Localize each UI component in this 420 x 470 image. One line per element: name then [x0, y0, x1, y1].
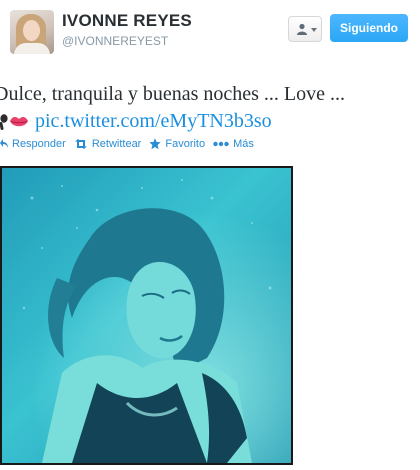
underwater-photo [2, 168, 291, 463]
emoji-group [0, 113, 29, 130]
chevron-down-icon [311, 28, 317, 32]
microphone-icon [0, 113, 8, 130]
reply-icon [0, 139, 8, 149]
star-icon [149, 138, 162, 150]
tweet-text: Dulce, tranquila y buenas noches ... Lov… [0, 81, 420, 135]
person-icon [297, 23, 307, 35]
tweet-actions: Responder Retwittear Favorito Más [0, 136, 262, 152]
tweet-photo[interactable] [0, 166, 293, 465]
more-label: Más [233, 138, 254, 150]
tweet-text-line: Dulce, tranquila y buenas noches ... Lov… [0, 83, 346, 105]
user-actions-dropdown[interactable] [288, 16, 322, 42]
retweet-button[interactable]: Retwittear [74, 138, 142, 150]
retweet-icon [74, 139, 88, 149]
screen-name[interactable]: @IVONNEREYEST [62, 34, 168, 48]
tweet-header: IVONNE REYES @IVONNEREYEST Siguiendo [0, 0, 420, 70]
reply-label: Responder [12, 138, 66, 150]
avatar[interactable] [10, 10, 54, 54]
following-button[interactable]: Siguiendo [330, 14, 408, 42]
kiss-lips-icon [10, 116, 28, 126]
tweet-text-line-2: pic.twitter.com/eMyTN3b3so [0, 108, 420, 135]
more-dots-icon [213, 141, 229, 147]
reply-button[interactable]: Responder [0, 138, 66, 150]
retweet-label: Retwittear [91, 138, 142, 150]
display-name[interactable]: IVONNE REYES [62, 11, 192, 31]
media-link[interactable]: pic.twitter.com/eMyTN3b3so [35, 108, 272, 135]
favorite-button[interactable]: Favorito [149, 138, 205, 150]
more-button[interactable]: Más [213, 138, 254, 150]
favorite-label: Favorito [165, 138, 206, 150]
